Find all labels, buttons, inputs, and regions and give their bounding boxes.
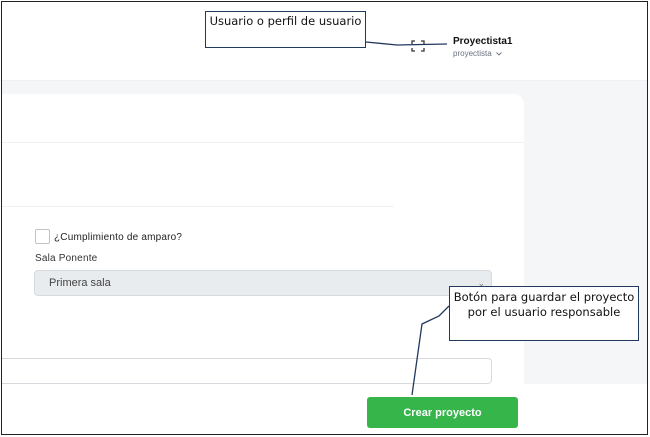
user-role-label: proyectista — [453, 49, 492, 58]
amparo-checkbox-label: ¿Cumplimiento de amparo? — [54, 232, 183, 243]
app-frame: Proyectista1 proyectista ¿Cumplimiento d… — [1, 1, 648, 435]
sala-ponente-value: Primera sala — [49, 277, 111, 289]
card-divider — [2, 142, 524, 143]
save-button-callout: Botón para guardar el proyecto por el us… — [449, 286, 639, 341]
chevron-down-icon — [496, 52, 502, 56]
expand-icon[interactable] — [411, 40, 425, 52]
amparo-checkbox[interactable] — [35, 229, 50, 244]
user-role-dropdown[interactable]: proyectista — [453, 49, 502, 58]
text-input[interactable] — [2, 358, 492, 384]
user-name[interactable]: Proyectista1 — [453, 36, 512, 47]
form-footer — [2, 384, 647, 434]
sala-ponente-select[interactable]: Primera sala ⌄ — [34, 270, 492, 296]
user-profile-callout: Usuario o perfil de usuario — [205, 11, 366, 48]
section-divider — [2, 206, 394, 207]
create-project-button[interactable]: Crear proyecto — [367, 397, 518, 428]
sala-ponente-label: Sala Ponente — [35, 253, 98, 264]
